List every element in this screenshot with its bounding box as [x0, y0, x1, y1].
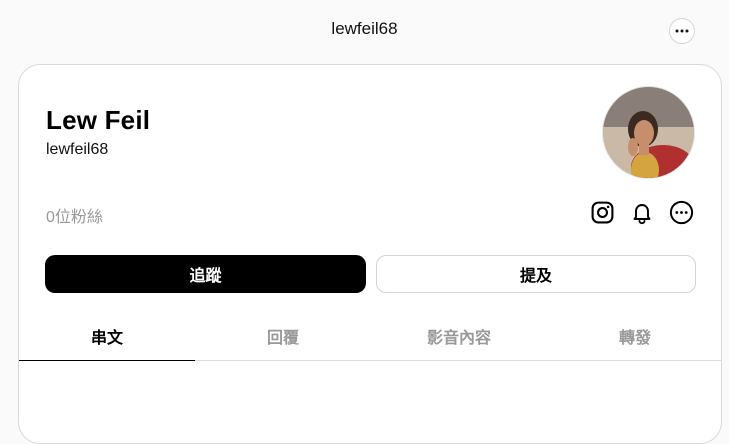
tab-media[interactable]: 影音內容 [371, 311, 547, 360]
followers-count[interactable]: 0位粉絲 [46, 203, 103, 227]
tab-reposts[interactable]: 轉發 [547, 311, 721, 360]
profile-handle: lewfeil68 [46, 141, 109, 158]
follow-button[interactable]: 追蹤 [45, 255, 366, 293]
profile-tabs: 串文 回覆 影音內容 轉發 [19, 311, 721, 361]
avatar-photo [603, 87, 694, 178]
tab-posts[interactable]: 串文 [19, 311, 195, 361]
more-horizontal-icon [675, 29, 689, 33]
instagram-button[interactable] [588, 198, 616, 226]
more-horizontal-icon [669, 200, 693, 224]
page-title: lewfeil68 [331, 19, 398, 38]
profile-card: Lew Feil lewfeil68 0位粉絲 追蹤 提及 串文 回覆 影音內容… [18, 64, 722, 444]
instagram-icon [591, 201, 613, 223]
top-more-button[interactable] [669, 18, 695, 44]
more-options-button[interactable] [667, 198, 695, 226]
notifications-button[interactable] [628, 198, 656, 226]
bell-icon [633, 203, 651, 224]
top-bar: lewfeil68 [0, 0, 729, 62]
mention-button[interactable]: 提及 [376, 255, 696, 293]
profile-name: Lew Feil [46, 105, 151, 135]
avatar[interactable] [602, 86, 695, 179]
tab-replies[interactable]: 回覆 [195, 311, 371, 360]
